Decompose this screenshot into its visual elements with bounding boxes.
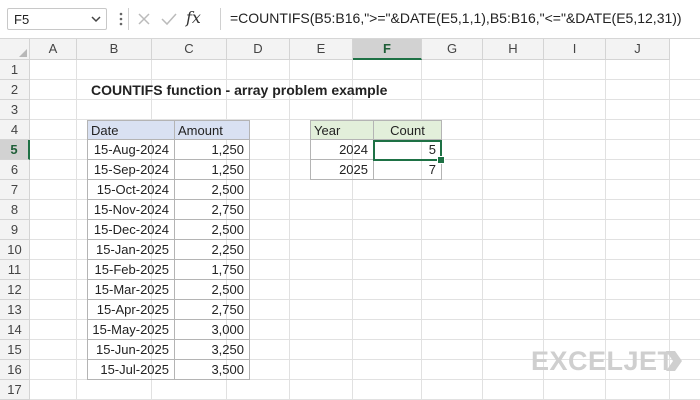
exceljet-logo-mark-icon — [666, 351, 682, 371]
data-date-cell[interactable]: 15-Dec-2024 — [87, 220, 175, 240]
row-header-9[interactable]: 9 — [0, 220, 30, 240]
column-header-e[interactable]: E — [290, 39, 353, 60]
data-date-cell[interactable]: 15-Feb-2025 — [87, 260, 175, 280]
header-date[interactable]: Date — [87, 120, 175, 140]
data-amount-cell[interactable]: 2,750 — [174, 200, 250, 220]
row-header-16[interactable]: 16 — [0, 360, 30, 380]
name-box-value[interactable]: F5 — [14, 12, 29, 27]
data-date-cell[interactable]: 15-Apr-2025 — [87, 300, 175, 320]
data-date-cell[interactable]: 15-Aug-2024 — [87, 140, 175, 160]
data-date-cell[interactable]: 15-Nov-2024 — [87, 200, 175, 220]
header-amount[interactable]: Amount — [174, 120, 250, 140]
row-header-10[interactable]: 10 — [0, 240, 30, 260]
data-amount-cell[interactable]: 2,500 — [174, 180, 250, 200]
name-box[interactable]: F5 — [7, 8, 107, 30]
data-amount-cell[interactable]: 2,500 — [174, 220, 250, 240]
data-amount-cell[interactable]: 2,250 — [174, 240, 250, 260]
sheet-title[interactable]: COUNTIFS function - array problem exampl… — [91, 80, 387, 100]
data-date-cell[interactable]: 15-Sep-2024 — [87, 160, 175, 180]
summary-year-cell[interactable]: 2025 — [310, 160, 374, 180]
column-header-h[interactable]: H — [483, 39, 544, 60]
formula-bar-divider — [220, 8, 221, 30]
select-all-corner[interactable] — [0, 39, 30, 60]
data-amount-cell[interactable]: 1,250 — [174, 160, 250, 180]
formula-bar: F5 fx =COUNTIFS(B5:B16,">="&DATE(E5,1,1)… — [0, 0, 700, 39]
row-header-1[interactable]: 1 — [0, 60, 30, 80]
formula-bar-divider — [128, 8, 129, 30]
row-header-15[interactable]: 15 — [0, 340, 30, 360]
row-header-3[interactable]: 3 — [0, 100, 30, 120]
row-header-6[interactable]: 6 — [0, 160, 30, 180]
select-all-triangle-icon — [19, 49, 27, 57]
data-date-cell[interactable]: 15-Jan-2025 — [87, 240, 175, 260]
exceljet-logo: EXCELJET — [531, 346, 675, 376]
column-header-j[interactable]: J — [606, 39, 670, 60]
data-amount-cell[interactable]: 1,750 — [174, 260, 250, 280]
data-amount-cell[interactable]: 3,500 — [174, 360, 250, 380]
data-amount-cell[interactable]: 3,250 — [174, 340, 250, 360]
fill-handle[interactable] — [437, 156, 445, 164]
header-year[interactable]: Year — [310, 120, 374, 140]
column-header-f[interactable]: F — [353, 39, 422, 60]
row-header-11[interactable]: 11 — [0, 260, 30, 280]
row-header-4[interactable]: 4 — [0, 120, 30, 140]
cancel-icon[interactable] — [136, 11, 152, 27]
column-header-i[interactable]: I — [544, 39, 606, 60]
enter-check-icon[interactable] — [160, 11, 178, 27]
row-header-5[interactable]: 5 — [0, 140, 30, 160]
active-cell-border — [373, 140, 442, 161]
data-date-cell[interactable]: 15-Jun-2025 — [87, 340, 175, 360]
data-date-cell[interactable]: 15-Oct-2024 — [87, 180, 175, 200]
row-header-14[interactable]: 14 — [0, 320, 30, 340]
column-header-d[interactable]: D — [227, 39, 290, 60]
row-header-8[interactable]: 8 — [0, 200, 30, 220]
column-header-g[interactable]: G — [422, 39, 483, 60]
header-count[interactable]: Count — [373, 120, 442, 140]
column-header-a[interactable]: A — [30, 39, 77, 60]
row-header-17[interactable]: 17 — [0, 380, 30, 400]
data-date-cell[interactable]: 15-Jul-2025 — [87, 360, 175, 380]
row-header-12[interactable]: 12 — [0, 280, 30, 300]
summary-count-cell[interactable]: 7 — [373, 160, 442, 180]
column-header-c[interactable]: C — [152, 39, 227, 60]
chevron-down-icon[interactable] — [90, 12, 102, 26]
data-amount-cell[interactable]: 3,000 — [174, 320, 250, 340]
row-header-13[interactable]: 13 — [0, 300, 30, 320]
data-date-cell[interactable]: 15-May-2025 — [87, 320, 175, 340]
data-amount-cell[interactable]: 2,500 — [174, 280, 250, 300]
summary-year-cell[interactable]: 2024 — [310, 140, 374, 160]
more-dots-icon[interactable] — [118, 9, 124, 29]
data-date-cell[interactable]: 15-Mar-2025 — [87, 280, 175, 300]
data-amount-cell[interactable]: 2,750 — [174, 300, 250, 320]
row-header-7[interactable]: 7 — [0, 180, 30, 200]
data-amount-cell[interactable]: 1,250 — [174, 140, 250, 160]
insert-function-icon[interactable]: fx — [186, 8, 201, 27]
column-header-b[interactable]: B — [77, 39, 152, 60]
formula-input[interactable]: =COUNTIFS(B5:B16,">="&DATE(E5,1,1),B5:B1… — [230, 10, 682, 26]
row-header-2[interactable]: 2 — [0, 80, 30, 100]
